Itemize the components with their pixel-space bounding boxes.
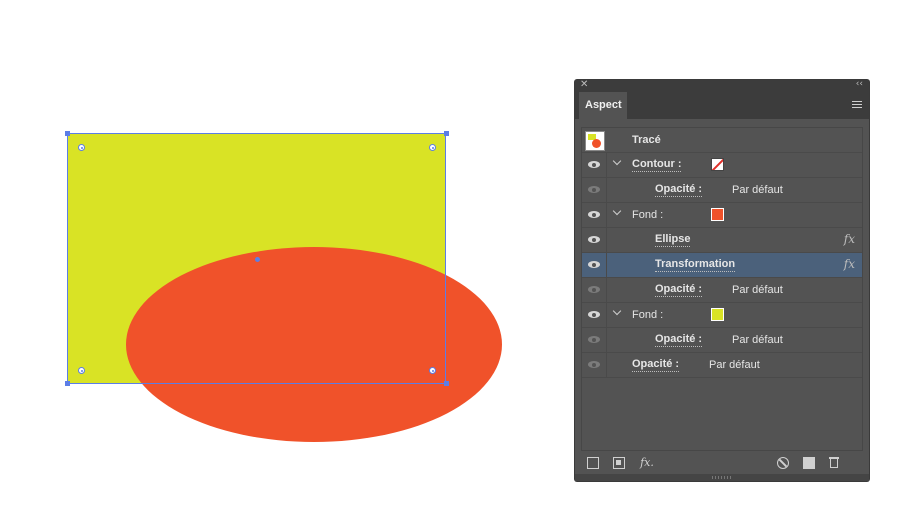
- corner-radius-widget[interactable]: [429, 367, 436, 374]
- clear-appearance-icon[interactable]: [777, 457, 789, 469]
- visibility-eye-icon[interactable]: [588, 286, 600, 293]
- fx-icon: fx: [843, 257, 855, 271]
- appearance-panel: ✕ ‹‹ Aspect Tracé Contour : Opacité : Pa…: [575, 79, 869, 481]
- panel-menu-icon[interactable]: [852, 101, 862, 110]
- visibility-eye-icon[interactable]: [588, 186, 600, 193]
- appearance-row-opacity[interactable]: Opacité : Par défaut: [582, 178, 862, 203]
- panel-resize-grip[interactable]: [575, 474, 869, 481]
- center-point-marker[interactable]: [255, 257, 260, 262]
- appearance-row-effect-transform[interactable]: Transformation fx: [582, 253, 862, 278]
- panel-title-bar[interactable]: ✕ ‹‹: [575, 79, 869, 92]
- close-icon[interactable]: ✕: [580, 79, 588, 90]
- corner-radius-widget[interactable]: [429, 144, 436, 151]
- fill-label: Fond :: [632, 309, 664, 321]
- visibility-eye-icon[interactable]: [588, 236, 600, 243]
- row-label: Tracé: [632, 134, 661, 146]
- opacity-label-link[interactable]: Opacité :: [655, 284, 703, 297]
- opacity-label-link[interactable]: Opacité :: [632, 359, 680, 372]
- visibility-eye-icon[interactable]: [588, 361, 600, 368]
- visibility-eye-icon[interactable]: [588, 261, 600, 268]
- opacity-value: Par défaut: [709, 359, 760, 371]
- opacity-label-link[interactable]: Opacité :: [655, 334, 703, 347]
- collapse-icon[interactable]: ‹‹: [856, 79, 863, 89]
- corner-radius-widget[interactable]: [78, 144, 85, 151]
- chevron-down-icon[interactable]: [612, 206, 622, 216]
- visibility-eye-icon[interactable]: [588, 211, 600, 218]
- appearance-row-fill[interactable]: Fond :: [582, 203, 862, 228]
- appearance-list: Tracé Contour : Opacité : Par défaut Fon…: [581, 127, 863, 451]
- fx-icon: fx: [843, 232, 855, 246]
- appearance-row-path[interactable]: Tracé: [582, 128, 862, 153]
- fill-swatch-red[interactable]: [711, 208, 724, 221]
- add-effect-fx-icon[interactable]: fx.: [637, 457, 657, 469]
- opacity-label-link[interactable]: Opacité :: [655, 184, 703, 197]
- tab-aspect[interactable]: Aspect: [579, 92, 627, 119]
- resize-handle-top-left[interactable]: [65, 131, 70, 136]
- visibility-eye-icon[interactable]: [588, 161, 600, 168]
- appearance-row-opacity[interactable]: Opacité : Par défaut: [582, 328, 862, 353]
- delete-item-icon[interactable]: [828, 457, 840, 469]
- panel-bottom-toolbar: fx.: [575, 454, 869, 474]
- appearance-row-stroke[interactable]: Contour :: [582, 153, 862, 178]
- add-new-stroke-icon[interactable]: [587, 457, 599, 469]
- panel-tab-strip: Aspect: [575, 92, 869, 119]
- effect-transform-link[interactable]: Transformation: [655, 259, 736, 272]
- appearance-row-fill[interactable]: Fond :: [582, 303, 862, 328]
- stroke-swatch-none[interactable]: [711, 158, 724, 171]
- duplicate-item-icon[interactable]: [803, 457, 815, 469]
- appearance-row-object-opacity[interactable]: Opacité : Par défaut: [582, 353, 862, 378]
- opacity-value: Par défaut: [732, 284, 783, 296]
- fill-swatch-yellow[interactable]: [711, 308, 724, 321]
- chevron-down-icon[interactable]: [612, 156, 622, 166]
- visibility-eye-icon[interactable]: [588, 311, 600, 318]
- object-thumbnail-icon: [585, 131, 605, 151]
- fill-label: Fond :: [632, 209, 664, 221]
- stroke-label-link[interactable]: Contour :: [632, 159, 682, 172]
- opacity-value: Par défaut: [732, 334, 783, 346]
- appearance-row-opacity[interactable]: Opacité : Par défaut: [582, 278, 862, 303]
- add-new-fill-icon[interactable]: [613, 457, 625, 469]
- appearance-row-effect-ellipse[interactable]: Ellipse fx: [582, 228, 862, 253]
- chevron-down-icon[interactable]: [612, 306, 622, 316]
- artboard-canvas[interactable]: [0, 0, 560, 518]
- resize-handle-bottom-left[interactable]: [65, 381, 70, 386]
- corner-radius-widget[interactable]: [78, 367, 85, 374]
- opacity-value: Par défaut: [732, 184, 783, 196]
- resize-handle-top-right[interactable]: [444, 131, 449, 136]
- visibility-eye-icon[interactable]: [588, 336, 600, 343]
- effect-ellipse-link[interactable]: Ellipse: [655, 234, 691, 247]
- resize-handle-bottom-right[interactable]: [444, 381, 449, 386]
